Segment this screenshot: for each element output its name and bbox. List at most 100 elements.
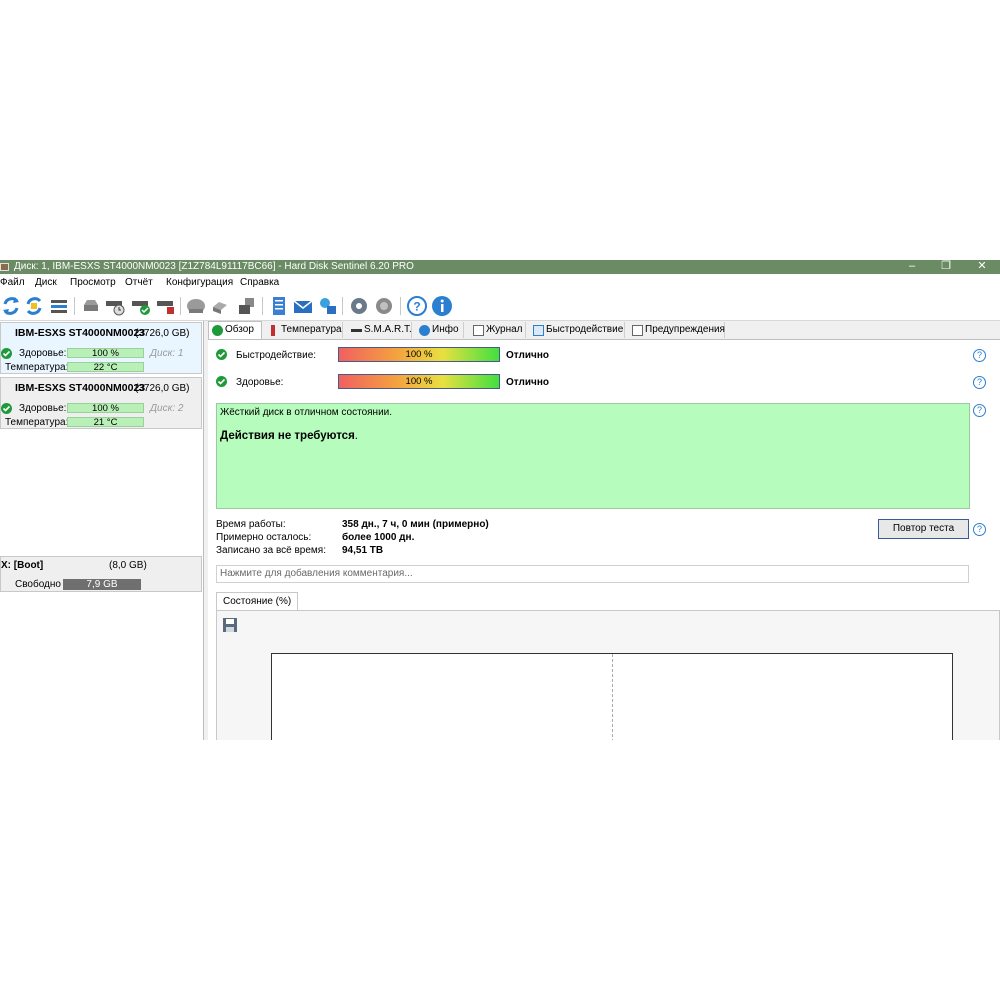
menu-configuration[interactable]: Конфигурация <box>166 277 233 288</box>
cloud-hdd-icon[interactable] <box>185 295 207 317</box>
help-icon[interactable]: ? <box>973 376 986 389</box>
speaker-icon[interactable] <box>373 295 395 317</box>
performance-verdict: Отлично <box>506 350 549 361</box>
volume-size: (8,0 GB) <box>109 560 147 571</box>
performance-bar: 100 % <box>338 347 500 362</box>
svg-text:?: ? <box>413 300 420 314</box>
temperature-label: Температура: <box>5 362 69 373</box>
tab-log[interactable]: Журнал <box>470 322 526 338</box>
refresh-all-icon[interactable] <box>23 295 45 317</box>
disk-stop-icon[interactable] <box>155 295 177 317</box>
temperature-bar: 21 °C <box>67 417 144 427</box>
ok-check-icon <box>212 325 223 336</box>
menu-view[interactable]: Просмотр <box>70 277 116 288</box>
gridline <box>612 654 613 740</box>
tab-label: S.M.A.R.T. <box>364 324 412 335</box>
mail-report-icon[interactable] <box>292 295 314 317</box>
app-icon <box>0 263 9 271</box>
remaining-value: более 1000 дн. <box>342 532 415 543</box>
disk-list-icon[interactable] <box>48 295 70 317</box>
menu-help[interactable]: Справка <box>240 277 279 288</box>
toolbar-separator <box>262 297 263 315</box>
ok-check-icon <box>1 348 12 359</box>
tab-overview[interactable]: Обзор <box>208 321 262 340</box>
menu-report[interactable]: Отчёт <box>125 277 153 288</box>
window-title: Диск: 1, IBM-ESXS ST4000NM0023 [Z1Z784L9… <box>14 261 414 272</box>
health-label: Здоровье: <box>236 377 284 388</box>
tab-smart[interactable]: S.M.A.R.T. <box>348 322 412 338</box>
written-label: Записано за всё время: <box>216 545 326 556</box>
help-icon[interactable]: ? <box>973 349 986 362</box>
tab-warnings[interactable]: Предупреждения <box>629 322 725 338</box>
toolbar: ? <box>0 292 1000 321</box>
status-action-text: Действия не требуются. <box>220 430 358 442</box>
minimize-button[interactable]: – <box>902 260 922 274</box>
volume-name: X: [Boot] <box>1 560 44 571</box>
surface-test-icon[interactable] <box>236 295 258 317</box>
status-action-end: . <box>354 430 358 442</box>
close-button[interactable]: ✕ <box>972 260 992 274</box>
status-text: Жёсткий диск в отличном состоянии. <box>220 407 393 418</box>
chart-icon <box>533 325 544 336</box>
temperature-label: Температура: <box>5 417 69 428</box>
tab-temperature[interactable]: Температура <box>265 322 343 338</box>
disk-schedule-icon[interactable] <box>104 295 126 317</box>
help-icon[interactable]: ? <box>973 523 986 536</box>
uptime-value: 358 дн., 7 ч, 0 мин (примерно) <box>342 519 489 530</box>
info-icon[interactable] <box>431 295 453 317</box>
network-icon[interactable] <box>317 295 339 317</box>
title-bar: Диск: 1, IBM-ESXS ST4000NM0023 [Z1Z784L9… <box>0 260 1000 274</box>
tab-label: Инфо <box>432 324 459 335</box>
disk-number: Диск: 2 <box>150 403 184 414</box>
comment-field[interactable]: Нажмите для добавления комментария... <box>216 565 969 583</box>
retest-button[interactable]: Повтор теста <box>878 519 969 539</box>
warning-doc-icon <box>632 325 643 336</box>
disk-card[interactable]: IBM-ESXS ST4000NM0023 (3726,0 GB) Здоров… <box>0 322 202 374</box>
menu-disk[interactable]: Диск <box>35 277 57 288</box>
overview-panel: Быстродействие: 100 % Отлично ? Здоровье… <box>208 339 1000 740</box>
info-icon <box>419 325 430 336</box>
disk-size: (3726,0 GB) <box>135 383 190 394</box>
health-label: Здоровье: <box>19 348 67 359</box>
performance-value: 100 % <box>405 349 433 360</box>
remaining-label: Примерно осталось: <box>216 532 312 543</box>
app-window: Диск: 1, IBM-ESXS ST4000NM0023 [Z1Z784L9… <box>0 260 1000 740</box>
health-bar: 100 % <box>338 374 500 389</box>
disk-ok-icon[interactable] <box>130 295 152 317</box>
tab-health-chart[interactable]: Состояние (%) <box>216 592 299 611</box>
maximize-button[interactable]: ❐ <box>936 260 956 274</box>
menu-file[interactable]: Файл <box>0 277 25 288</box>
health-bar: 100 % <box>67 403 144 413</box>
health-verdict: Отлично <box>506 377 549 388</box>
disk-number: Диск: 1 <box>150 348 184 359</box>
status-action-bold: Действия не требуются <box>220 430 355 442</box>
health-value: 100 % <box>405 376 433 387</box>
disk-list-panel: IBM-ESXS ST4000NM0023 (3726,0 GB) Здоров… <box>0 321 204 740</box>
thermometer-icon <box>271 325 275 336</box>
disk-size: (3726,0 GB) <box>135 328 190 339</box>
tab-label: Журнал <box>486 324 523 335</box>
free-space-label: Свободно <box>15 579 61 590</box>
ok-check-icon <box>216 349 227 360</box>
help-icon[interactable]: ? <box>406 295 428 317</box>
report-notepad-icon[interactable] <box>268 295 290 317</box>
health-chart-plot <box>271 653 953 740</box>
ok-check-icon <box>1 403 12 414</box>
settings-icon[interactable] <box>348 295 370 317</box>
uptime-label: Время работы: <box>216 519 286 530</box>
tab-label: Температура <box>281 324 342 335</box>
disk-name: IBM-ESXS ST4000NM0023 <box>15 327 146 339</box>
hdd-icon[interactable] <box>80 295 102 317</box>
save-icon[interactable] <box>222 617 238 633</box>
volume-card[interactable]: X: [Boot] (8,0 GB) Свободно 7,9 GB <box>0 556 202 592</box>
refresh-icon[interactable] <box>0 295 22 317</box>
tab-performance[interactable]: Быстродействие <box>530 322 625 338</box>
tab-label: Обзор <box>225 324 254 335</box>
disk-name: IBM-ESXS ST4000NM0023 <box>15 382 146 394</box>
disk-card[interactable]: IBM-ESXS ST4000NM0023 (3726,0 GB) Здоров… <box>0 377 202 429</box>
tools-icon[interactable] <box>210 295 232 317</box>
tab-info[interactable]: Инфо <box>416 322 464 338</box>
free-space-bar: 7,9 GB <box>63 579 141 590</box>
tab-label: Предупреждения <box>645 324 725 335</box>
help-icon[interactable]: ? <box>973 404 986 417</box>
